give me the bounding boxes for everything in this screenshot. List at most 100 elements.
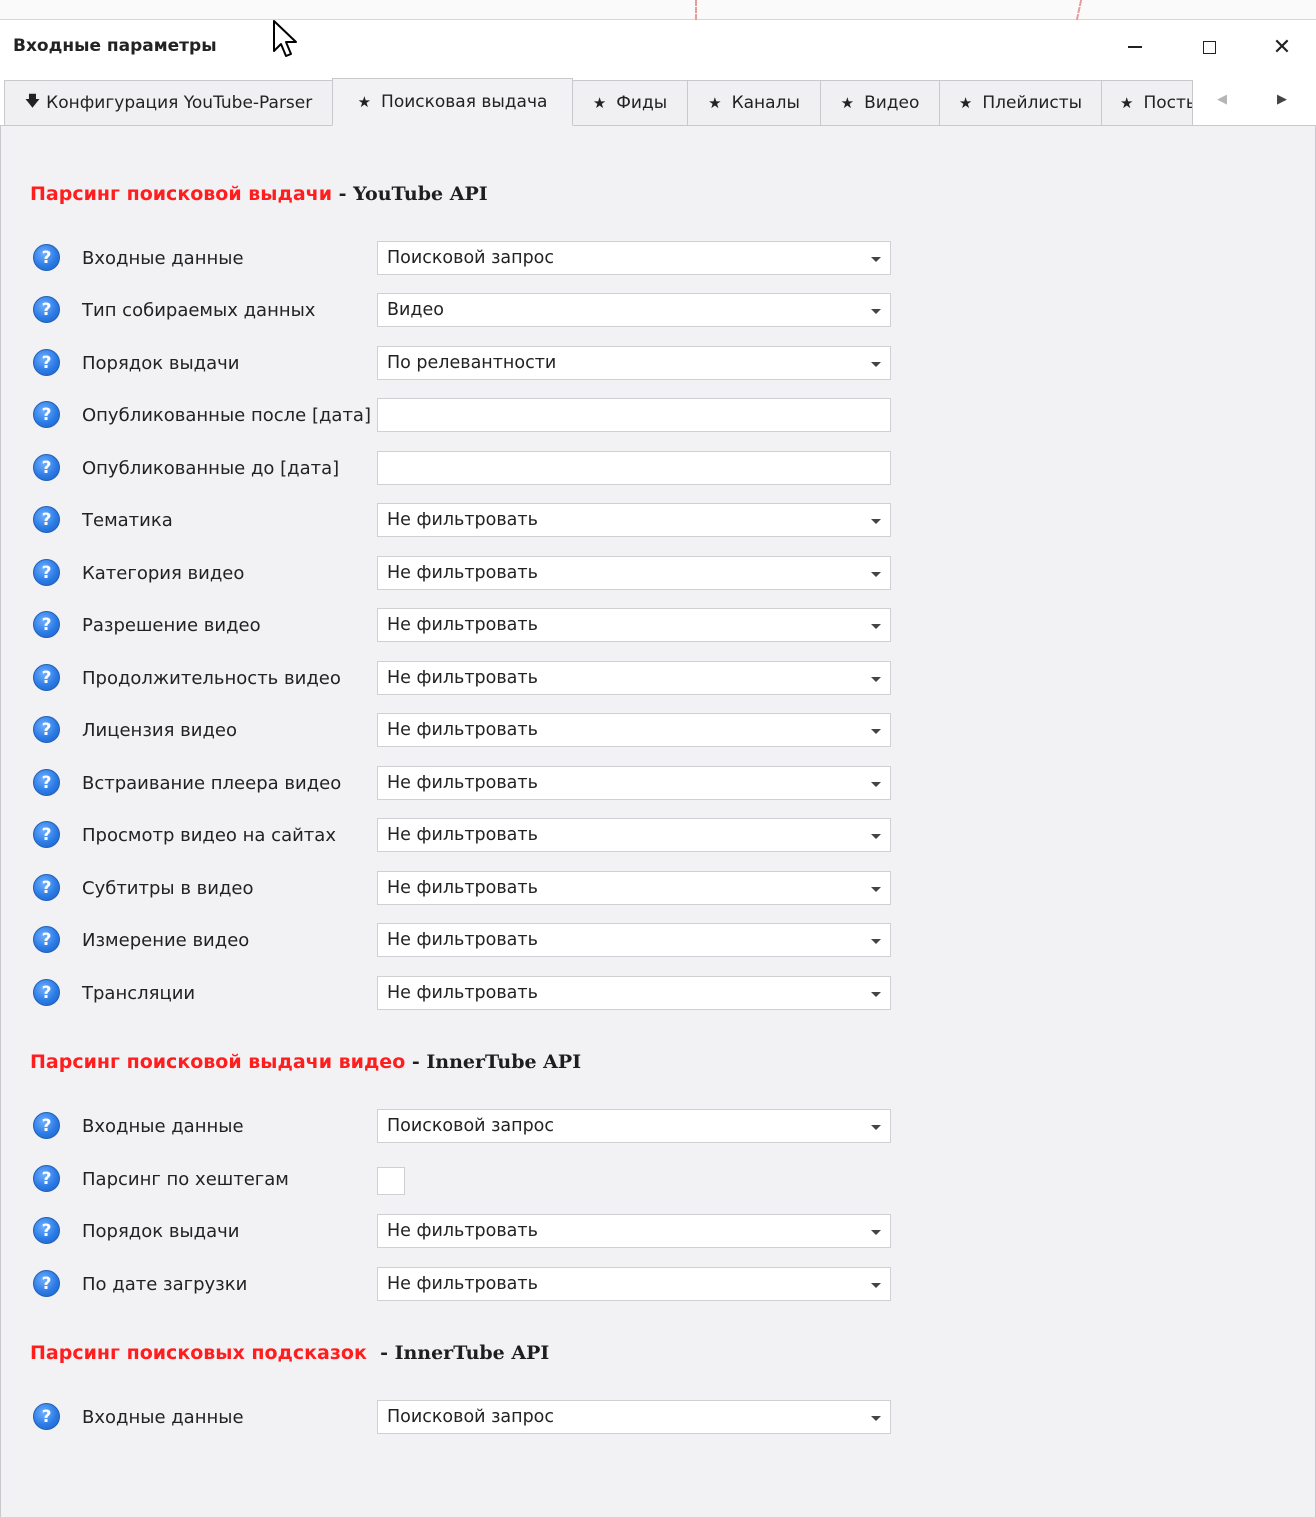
- published-before-field[interactable]: [377, 451, 891, 485]
- video-syndicated-dropdown[interactable]: Не фильтровать: [377, 818, 891, 852]
- help-icon[interactable]: ?: [33, 664, 60, 691]
- help-icon[interactable]: ?: [33, 821, 60, 848]
- tab-channels[interactable]: ★ Каналы: [687, 80, 821, 126]
- dropdown-caret-icon: [871, 887, 881, 892]
- param-row: ? Встраивание плеера видео Не фильтроват…: [1, 766, 901, 802]
- section-title-innertube-video: Парсинг поисковой выдачи видео - InnerTu…: [30, 1051, 582, 1073]
- maximize-button[interactable]: [1189, 28, 1229, 66]
- star-icon: ★: [708, 94, 722, 112]
- help-icon[interactable]: ?: [33, 454, 60, 481]
- close-button[interactable]: ✕: [1262, 28, 1302, 66]
- tab-content-panel: Парсинг поисковой выдачи - YouTube API ?…: [0, 125, 1316, 1517]
- tab-youtube-parser-config[interactable]: 🡇 Конфигурация YouTube-Parser: [4, 80, 333, 126]
- dialog-window: Входные параметры ✕ 🡇 Конфигурация YouTu…: [0, 20, 1316, 1517]
- help-icon[interactable]: ?: [33, 1112, 60, 1139]
- video-captions-dropdown[interactable]: Не фильтровать: [377, 871, 891, 905]
- broadcasts-dropdown[interactable]: Не фильтровать: [377, 976, 891, 1010]
- param-row: ? Входные данные Поисковой запрос: [1, 1109, 901, 1145]
- help-icon[interactable]: ?: [33, 1165, 60, 1192]
- dropdown-caret-icon: [871, 309, 881, 314]
- video-license-dropdown[interactable]: Не фильтровать: [377, 713, 891, 747]
- help-icon[interactable]: ?: [33, 244, 60, 271]
- param-row: ? Разрешение видео Не фильтровать: [1, 608, 901, 644]
- tab-video[interactable]: ★ Видео: [820, 80, 940, 126]
- help-icon[interactable]: ?: [33, 559, 60, 586]
- dropdown-caret-icon: [871, 519, 881, 524]
- dropdown-caret-icon: [871, 782, 881, 787]
- upload-date-dropdown[interactable]: Не фильтровать: [377, 1267, 891, 1301]
- param-row: ? Продолжительность видео Не фильтровать: [1, 661, 901, 697]
- section-title-youtube-api: Парсинг поисковой выдачи - YouTube API: [30, 183, 488, 205]
- param-row: ? По дате загрузки Не фильтровать: [1, 1267, 901, 1303]
- help-icon[interactable]: ?: [33, 979, 60, 1006]
- param-label: Трансляции: [82, 983, 196, 1004]
- help-icon[interactable]: ?: [33, 506, 60, 533]
- help-icon[interactable]: ?: [33, 401, 60, 428]
- param-label: Порядок выдачи: [82, 1221, 240, 1242]
- tab-search-results[interactable]: ★ Поисковая выдача: [332, 78, 573, 126]
- title-bar: Входные параметры ✕: [0, 20, 1316, 74]
- param-row: ? Трансляции Не фильтровать: [1, 976, 901, 1012]
- param-row: ? Просмотр видео на сайтах Не фильтроват…: [1, 818, 901, 854]
- help-icon[interactable]: ?: [33, 1217, 60, 1244]
- help-icon[interactable]: ?: [33, 296, 60, 323]
- dropdown-caret-icon: [871, 624, 881, 629]
- tab-label: Видео: [864, 93, 920, 113]
- video-resolution-dropdown[interactable]: Не фильтровать: [377, 608, 891, 642]
- param-row: ? Тип собираемых данных Видео: [1, 293, 901, 329]
- dropdown-caret-icon: [871, 572, 881, 577]
- dropdown-caret-icon: [871, 834, 881, 839]
- download-arrow-icon: 🡇: [24, 91, 41, 110]
- section-title-innertube-suggestions: Парсинг поисковых подсказок - InnerTube …: [30, 1342, 550, 1364]
- param-label: Субтитры в видео: [82, 878, 254, 899]
- tab-label: Каналы: [731, 93, 800, 113]
- param-row: ? Парсинг по хештегам: [1, 1162, 901, 1198]
- innertube-input-data-dropdown[interactable]: Поисковой запрос: [377, 1109, 891, 1143]
- help-icon[interactable]: ?: [33, 349, 60, 376]
- minimize-button[interactable]: [1115, 28, 1155, 66]
- param-label: Тематика: [82, 510, 173, 531]
- param-row: ? Опубликованные после [дата]: [1, 398, 901, 434]
- star-icon: ★: [592, 94, 607, 112]
- tab-scroll-left-icon[interactable]: ◀: [1217, 92, 1227, 107]
- data-type-dropdown[interactable]: Видео: [377, 293, 891, 327]
- tab-posts[interactable]: ★ Посты: [1101, 80, 1193, 126]
- topic-dropdown[interactable]: Не фильтровать: [377, 503, 891, 537]
- param-label: Входные данные: [82, 248, 244, 269]
- video-embeddable-dropdown[interactable]: Не фильтровать: [377, 766, 891, 800]
- video-dimension-dropdown[interactable]: Не фильтровать: [377, 923, 891, 957]
- help-icon[interactable]: ?: [33, 874, 60, 901]
- param-label: Парсинг по хештегам: [82, 1169, 289, 1190]
- tab-playlists[interactable]: ★ Плейлисты: [939, 80, 1102, 126]
- param-row: ? Входные данные Поисковой запрос: [1, 1400, 901, 1436]
- published-after-field[interactable]: [377, 398, 891, 432]
- param-row: ? Входные данные Поисковой запрос: [1, 241, 901, 277]
- video-category-dropdown[interactable]: Не фильтровать: [377, 556, 891, 590]
- help-icon[interactable]: ?: [33, 611, 60, 638]
- help-icon[interactable]: ?: [33, 1403, 60, 1430]
- tab-label: Конфигурация YouTube-Parser: [46, 93, 313, 113]
- video-duration-dropdown[interactable]: Не фильтровать: [377, 661, 891, 695]
- tab-feeds[interactable]: ★ Фиды: [572, 80, 688, 126]
- star-icon: ★: [357, 93, 372, 111]
- help-icon[interactable]: ?: [33, 716, 60, 743]
- param-row: ? Тематика Не фильтровать: [1, 503, 901, 539]
- param-row: ? Опубликованные до [дата]: [1, 451, 901, 487]
- dropdown-caret-icon: [871, 992, 881, 997]
- param-row: ? Порядок выдачи По релевантности: [1, 346, 901, 382]
- param-label: Разрешение видео: [82, 615, 261, 636]
- hashtag-parsing-checkbox[interactable]: [377, 1167, 405, 1195]
- tab-scroll-right-icon[interactable]: ▶: [1277, 92, 1287, 107]
- order-dropdown[interactable]: По релевантности: [377, 346, 891, 380]
- help-icon[interactable]: ?: [33, 926, 60, 953]
- dropdown-caret-icon: [871, 729, 881, 734]
- background-dashed-line: [1075, 0, 1083, 20]
- help-icon[interactable]: ?: [33, 769, 60, 796]
- suggestions-input-data-dropdown[interactable]: Поисковой запрос: [377, 1400, 891, 1434]
- background-window-strip: [0, 0, 1316, 20]
- param-row: ? Категория видео Не фильтровать: [1, 556, 901, 592]
- innertube-order-dropdown[interactable]: Не фильтровать: [377, 1214, 891, 1248]
- tab-label: Плейлисты: [982, 93, 1083, 113]
- input-data-dropdown[interactable]: Поисковой запрос: [377, 241, 891, 275]
- help-icon[interactable]: ?: [33, 1270, 60, 1297]
